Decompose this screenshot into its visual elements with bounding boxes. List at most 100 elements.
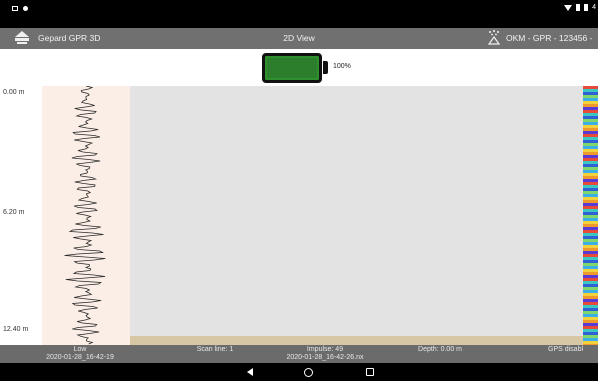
app-bar: Gepard GPR 3D 2D View OKM - GPR - 123456… [0, 28, 598, 49]
color-strip-band [583, 215, 598, 218]
color-strip-band [583, 179, 598, 182]
satellite-probe-icon[interactable] [487, 29, 501, 47]
color-strip-band [583, 326, 598, 329]
color-strip-band [583, 233, 598, 236]
status-right-icons: 4 [564, 4, 596, 11]
scan-panel[interactable] [130, 86, 583, 336]
color-strip-band [583, 257, 598, 260]
dot-icon [23, 6, 28, 11]
color-strip-band [583, 125, 598, 128]
color-strip-band [583, 335, 598, 338]
color-strip-band [583, 152, 598, 155]
color-strip-band [583, 191, 598, 194]
device-name[interactable]: OKM - GPR - 123456 - [506, 33, 592, 43]
color-strip-band [583, 197, 598, 200]
color-strip-band [583, 242, 598, 245]
color-strip-band [583, 332, 598, 335]
color-strip-band [583, 119, 598, 122]
view-title: 2D View [283, 33, 315, 43]
color-strip-band [583, 296, 598, 299]
impulse-info: Impulse: 49 2020-01-28_16-42-26.nx [270, 346, 380, 362]
color-strip-band [583, 263, 598, 266]
color-strip-band [583, 110, 598, 113]
color-strip-band [583, 290, 598, 293]
depth-label-middle: 6.20 m [3, 209, 25, 216]
depth-label-top: 0.00 m [3, 89, 25, 96]
color-strip-band [583, 209, 598, 212]
color-strip-band [583, 245, 598, 248]
color-strip-band [583, 308, 598, 311]
signal-icon [584, 4, 589, 11]
color-strip-band [583, 299, 598, 302]
gps-status: GPS disabl [548, 346, 584, 353]
color-strip-band [583, 206, 598, 209]
battery-status-icon [576, 4, 581, 11]
color-strip-band [583, 227, 598, 230]
color-strip-band [583, 146, 598, 149]
color-strip-band [583, 251, 598, 254]
color-strip-band [583, 170, 598, 173]
color-strip-band [583, 137, 598, 140]
impulse-label: Impulse: 49 [306, 346, 344, 353]
battery-tip [323, 61, 328, 74]
color-strip-band [583, 341, 598, 344]
color-strip-band [583, 164, 598, 167]
color-strip-band [583, 305, 598, 308]
color-strip-band [583, 248, 598, 251]
color-strip-band [583, 167, 598, 170]
notification-icon [12, 6, 18, 11]
color-strip-band [583, 86, 598, 89]
color-strip-band [583, 107, 598, 110]
recent-apps-icon [366, 368, 374, 376]
color-strip-band [583, 212, 598, 215]
color-strip-band [583, 161, 598, 164]
color-strip-band [583, 104, 598, 107]
info-bar: Low 2020-01-28_16-42-19 Scan line: 1 Imp… [0, 345, 598, 363]
color-strip-band [583, 260, 598, 263]
battery-fill [267, 58, 317, 78]
gpr-device-icon[interactable] [14, 31, 30, 45]
color-strip-band [583, 287, 598, 290]
color-strip-band [583, 98, 598, 101]
color-strip-band [583, 218, 598, 221]
color-strip-band [583, 140, 598, 143]
status-clock-icon: 4 [592, 4, 596, 11]
color-strip-band [583, 155, 598, 158]
color-strip-band [583, 203, 598, 206]
color-strip-band [583, 272, 598, 275]
color-strip-band [583, 284, 598, 287]
status-left-icons [12, 6, 28, 11]
home-button[interactable] [302, 366, 314, 378]
color-strip-band [583, 113, 598, 116]
color-strip-band [583, 92, 598, 95]
color-strip-band [583, 314, 598, 317]
ground-strip [130, 336, 583, 345]
recent-apps-button[interactable] [364, 366, 376, 378]
color-strip-band [583, 275, 598, 278]
navigation-bar [0, 363, 598, 381]
color-strip-band [583, 194, 598, 197]
color-strip-band [583, 185, 598, 188]
status-bar: 4 [0, 0, 598, 28]
scan-line-info: Scan line: 1 [196, 346, 234, 353]
color-strip-band [583, 230, 598, 233]
color-strip-band [583, 254, 598, 257]
battery-percent: 100% [333, 63, 351, 70]
gpr-plot[interactable]: 0.00 m 6.20 m 12.40 m [0, 86, 598, 345]
color-strip-band [583, 311, 598, 314]
file-name: 2020-01-28_16-42-26.nx [286, 354, 364, 361]
color-strip-band [583, 116, 598, 119]
color-strip-band [583, 122, 598, 125]
color-strip-band [583, 131, 598, 134]
color-strip-band [583, 266, 598, 269]
color-strip-band [583, 320, 598, 323]
color-strip-band [583, 188, 598, 191]
color-strip-band [583, 338, 598, 341]
gain-info: Low 2020-01-28_16-42-19 [40, 346, 120, 362]
color-strip-band [583, 101, 598, 104]
color-strip-band [583, 323, 598, 326]
color-strip-band [583, 134, 598, 137]
file-date: 2020-01-28_16-42-19 [46, 354, 114, 361]
color-strip-band [583, 269, 598, 272]
back-button[interactable] [244, 366, 256, 378]
